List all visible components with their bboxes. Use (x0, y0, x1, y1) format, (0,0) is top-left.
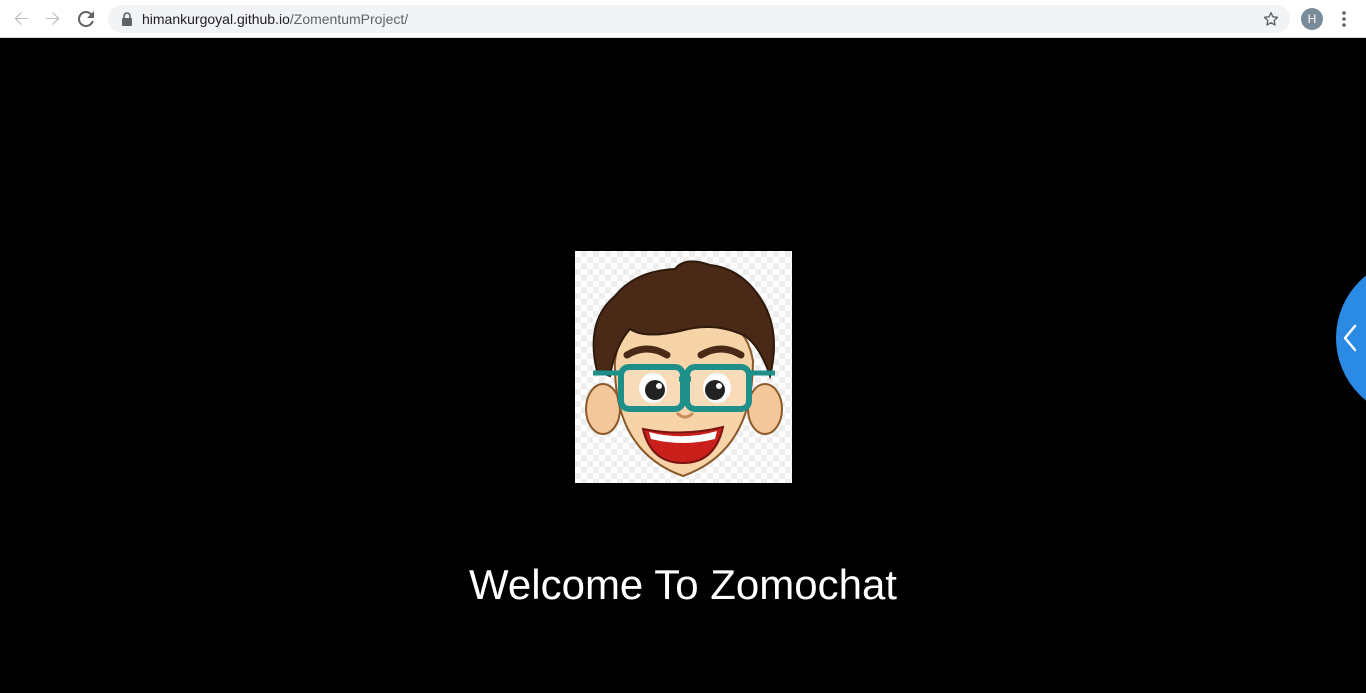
url-path: /ZomentumProject/ (289, 11, 409, 27)
kebab-menu-icon[interactable] (1336, 9, 1352, 29)
address-bar[interactable]: himankurgoyal.github.io/ZomentumProject/ (108, 5, 1290, 33)
chevron-left-icon (1343, 324, 1357, 352)
lock-icon (122, 12, 132, 26)
avatar-image (575, 251, 792, 483)
url-host: himankurgoyal.github.io (142, 11, 290, 27)
reload-icon (78, 11, 94, 27)
star-icon[interactable] (1262, 10, 1280, 28)
side-panel-toggle[interactable] (1336, 258, 1366, 418)
browser-toolbar: himankurgoyal.github.io/ZomentumProject/… (0, 0, 1366, 38)
forward-button[interactable] (40, 6, 66, 32)
welcome-title: Welcome To Zomochat (469, 561, 897, 608)
cartoon-face-illustration (585, 260, 783, 478)
reload-button[interactable] (73, 6, 99, 32)
back-button[interactable] (8, 6, 34, 32)
page-content: Welcome To Zomochat (0, 38, 1366, 693)
profile-avatar[interactable]: H (1301, 8, 1323, 30)
url-text: himankurgoyal.github.io/ZomentumProject/ (142, 11, 408, 27)
arrow-right-icon (46, 12, 60, 25)
arrow-left-icon (14, 12, 28, 25)
